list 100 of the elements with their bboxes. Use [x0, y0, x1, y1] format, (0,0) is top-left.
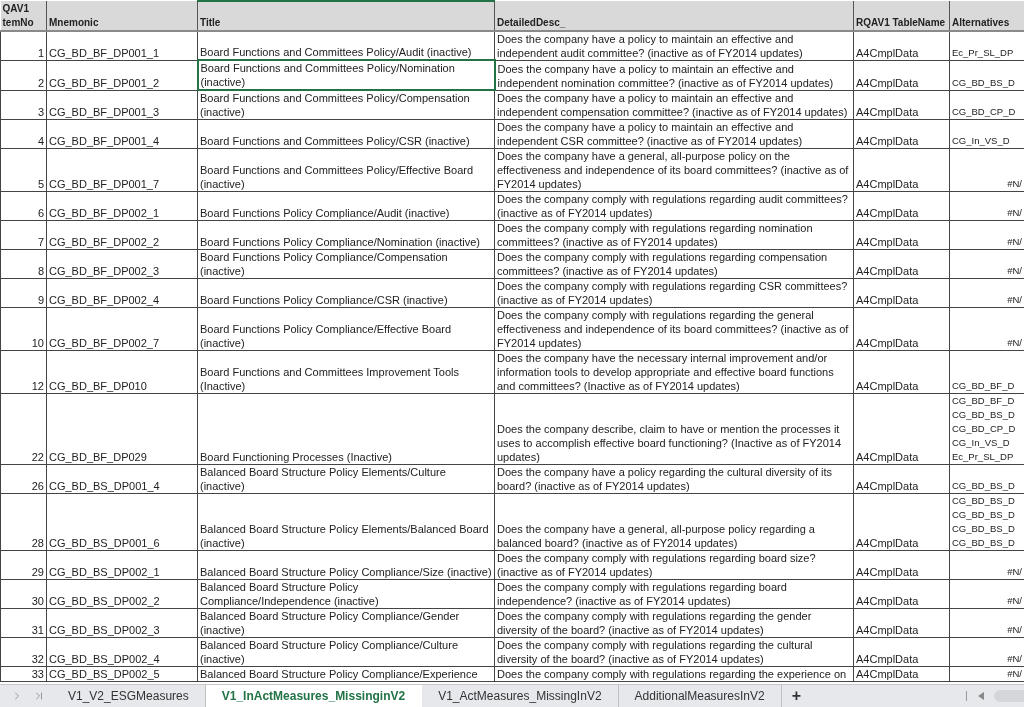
item-number: 9	[0, 278, 47, 308]
item-number: 6	[0, 191, 47, 221]
column-header: DetailedDesc_	[494, 1, 854, 31]
sheet-tab[interactable]: AdditionalMeasuresInV2	[618, 685, 782, 707]
table-name-cell: A4CmplData	[853, 60, 950, 90]
alternative-value: CG_BD_CP_D	[952, 422, 1017, 436]
item-number: 22	[0, 393, 47, 465]
scroll-left-icon[interactable]	[978, 692, 984, 700]
alternative-value: CG_BD_BF_D	[952, 379, 1016, 393]
description-cell: Does the company comply with regulations regarding nomination committees? (inactive as of FY2014 updates)	[494, 220, 854, 250]
sheet-tab[interactable]: V1_InActMeasures_MissinginV2	[205, 685, 423, 707]
title-cell: Balanced Board Structure Policy Compliance/Size (inactive)	[197, 550, 495, 580]
mnemonic-cell: CG_BD_BF_DP029	[46, 393, 198, 465]
table-name-cell: A4CmplData	[853, 119, 950, 149]
item-number: 30	[0, 579, 47, 609]
alternative-value: #N/	[1006, 206, 1022, 220]
mnemonic-cell: CG_BD_BS_DP002_3	[46, 608, 198, 638]
table-name-cell: A4CmplData	[853, 30, 950, 60]
description-cell: Does the company have a general, all-purpose policy regarding a balanced board? (inactive as of FY2014 updates)	[494, 493, 854, 551]
alternative-value: CG_In_VS_D	[952, 436, 1011, 450]
item-number: 29	[0, 550, 47, 580]
item-number: 31	[0, 608, 47, 638]
description-cell: Does the company comply with regulations regarding board size? (inactive as of FY2014 updates)	[494, 550, 854, 580]
description-cell: Does the company comply with regulations regarding the experience on	[494, 666, 854, 682]
title-cell: Balanced Board Structure Policy Compliance/Gender (inactive)	[197, 608, 495, 638]
alternative-value: CG_BD_BS_D	[952, 494, 1016, 508]
mnemonic-cell: CG_BD_BS_DP002_1	[46, 550, 198, 580]
description-cell: Does the company comply with regulations regarding compensation committees? (inactive as of FY2014 updates)	[494, 249, 854, 279]
title-cell: Board Functions Policy Compliance/Effective Board (inactive)	[197, 307, 495, 351]
title-cell: Balanced Board Structure Policy Compliance/Culture (inactive)	[197, 637, 495, 667]
alternative-value: #N/	[1006, 623, 1022, 637]
description-cell: Does the company have a policy to maintain an effective and independent compensation committee? (inactive as of FY2014 updates)	[494, 90, 854, 120]
table-name-cell: A4CmplData	[853, 148, 950, 192]
description-cell: Does the company comply with regulations regarding audit committees? (inactive as of FY2014 updates)	[494, 191, 854, 221]
table-name-cell: A4CmplData	[853, 278, 950, 308]
item-number: 33	[0, 666, 47, 682]
table-name-cell: A4CmplData	[853, 637, 950, 667]
item-number: 2	[0, 60, 47, 90]
table-name-cell: A4CmplData	[853, 191, 950, 221]
title-cell: Board Functions and Committees Policy/Effective Board (inactive)	[197, 148, 495, 192]
table-name-cell: A4CmplData	[853, 350, 950, 394]
title-cell: Board Functions Policy Compliance/CSR (inactive)	[197, 278, 495, 308]
title-cell: Board Functions and Committees Policy/Nomination (inactive)	[197, 60, 495, 90]
mnemonic-cell: CG_BD_BF_DP002_7	[46, 307, 198, 351]
description-cell: Does the company have a general, all-purpose policy on the effectiveness and independence of its board committees? (inactive as of FY2014 updates)	[494, 148, 854, 192]
item-number: 5	[0, 148, 47, 192]
alternative-value: CG_BD_BS_D	[952, 479, 1016, 493]
item-number: 12	[0, 350, 47, 394]
column-header: QAV1 temNo	[0, 1, 47, 31]
alternative-value: CG_BD_BS_D	[952, 522, 1016, 536]
table-name-cell: A4CmplData	[853, 249, 950, 279]
item-number: 28	[0, 493, 47, 551]
mnemonic-cell: CG_BD_BF_DP001_4	[46, 119, 198, 149]
table-name-cell: A4CmplData	[853, 464, 950, 494]
alternative-value: #N/	[1006, 293, 1022, 307]
mnemonic-cell: CG_BD_BF_DP001_3	[46, 90, 198, 120]
alternative-value: CG_In_VS_D	[952, 134, 1011, 148]
title-cell: Balanced Board Structure Policy Elements/Culture (inactive)	[197, 464, 495, 494]
alternative-value: #N/	[1006, 177, 1022, 191]
description-cell: Does the company comply with regulations regarding the cultural diversity of the board? (inactive as of FY2014 updates)	[494, 637, 854, 667]
mnemonic-cell: CG_BD_BF_DP010	[46, 350, 198, 394]
mnemonic-cell: CG_BD_BS_DP002_4	[46, 637, 198, 667]
mnemonic-cell: CG_BD_BF_DP002_4	[46, 278, 198, 308]
table-name-cell: A4CmplData	[853, 550, 950, 580]
table-name-cell: A4CmplData	[853, 307, 950, 351]
alternative-value: CG_BD_BS_D	[952, 508, 1016, 522]
description-cell: Does the company have a policy to maintain an effective and independent audit committee? (inactive as of FY2014 updates)	[494, 30, 854, 60]
table-name-cell: A4CmplData	[853, 608, 950, 638]
item-number: 1	[0, 30, 47, 60]
description-cell: Does the company have a policy to maintain an effective and independent CSR committee? (inactive as of FY2014 updates)	[494, 119, 854, 149]
add-sheet-button[interactable]: +	[781, 685, 811, 707]
item-number: 3	[0, 90, 47, 120]
item-number: 26	[0, 464, 47, 494]
mnemonic-cell: CG_BD_BS_DP002_5	[46, 666, 198, 682]
table-name-cell: A4CmplData	[853, 90, 950, 120]
title-cell: Board Functioning Processes (Inactive)	[197, 393, 495, 465]
mnemonic-cell: CG_BD_BF_DP002_1	[46, 191, 198, 221]
description-cell: Does the company comply with regulations regarding CSR committees? (inactive as of FY2014 updates)	[494, 278, 854, 308]
alternative-value: Ec_Pr_SL_DP	[952, 450, 1015, 464]
title-cell: Balanced Board Structure Policy Compliance/Independence (inactive)	[197, 579, 495, 609]
mnemonic-cell: CG_BD_BF_DP002_2	[46, 220, 198, 250]
table-name-cell: A4CmplData	[853, 493, 950, 551]
title-cell: Board Functions Policy Compliance/Audit (inactive)	[197, 191, 495, 221]
table-name-cell: A4CmplData	[853, 220, 950, 250]
sheet-tab[interactable]: V1_ActMeasures_MissingInV2	[422, 685, 619, 707]
mnemonic-cell: CG_BD_BF_DP002_3	[46, 249, 198, 279]
description-cell: Does the company comply with regulations regarding the gender diversity of the board? (inactive as of FY2014 updates)	[494, 608, 854, 638]
alternative-value: CG_BD_BS_D	[952, 408, 1016, 422]
description-cell: Does the company describe, claim to have or mention the processes it uses to accomplish effective board functioning? (Inactive as of FY2014 updates)	[494, 393, 854, 465]
mnemonic-cell: CG_BD_BS_DP001_4	[46, 464, 198, 494]
alternative-value: CG_BD_BF_D	[952, 394, 1016, 408]
item-number: 7	[0, 220, 47, 250]
alternative-value: #N/	[1006, 565, 1022, 579]
alternative-value: Ec_Pr_SL_DP	[952, 45, 1015, 59]
sheet-tab[interactable]: V1_V2_ESGMeasures	[52, 685, 206, 707]
mnemonic-cell: CG_BD_BS_DP001_6	[46, 493, 198, 551]
mnemonic-cell: CG_BD_BF_DP001_1	[46, 30, 198, 60]
description-cell: Does the company comply with regulations regarding the general effectiveness and independence of its board committees? (inactive as of FY2014 updates)	[494, 307, 854, 351]
alternative-value: #N/	[1006, 667, 1022, 681]
column-header: Alternatives	[949, 1, 1024, 31]
